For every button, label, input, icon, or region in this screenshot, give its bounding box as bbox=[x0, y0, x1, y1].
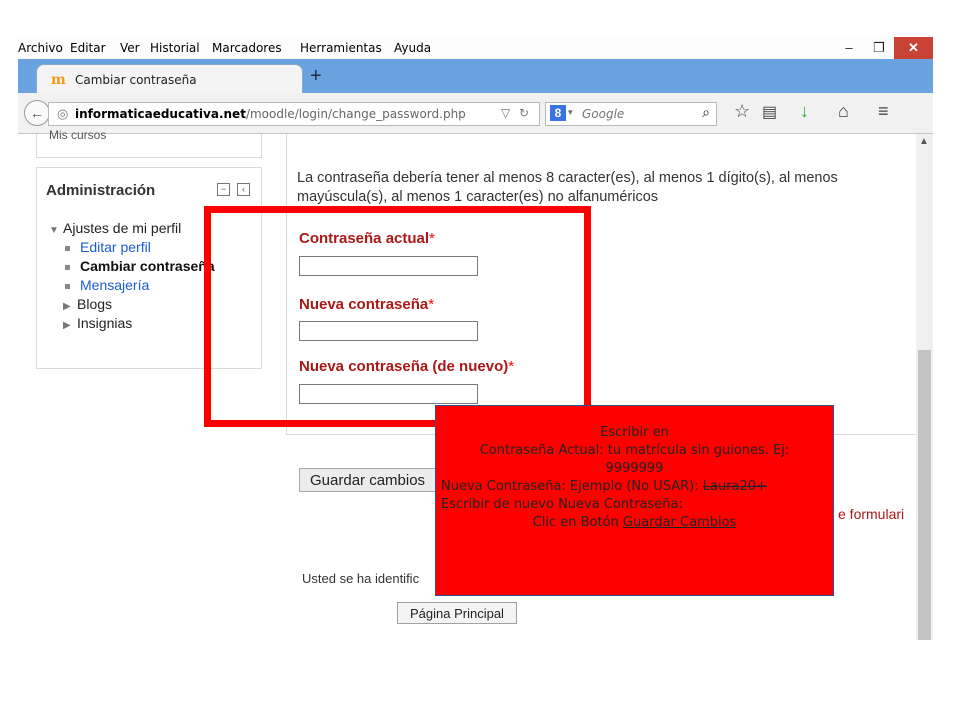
scroll-up-arrow-icon[interactable]: ▲ bbox=[919, 136, 929, 147]
tree-item-label: Editar perfil bbox=[80, 239, 151, 255]
bookmark-star-icon[interactable]: ☆ bbox=[734, 101, 750, 122]
tree-item-label: Blogs bbox=[77, 296, 113, 312]
dropdown-icon[interactable]: ▽ bbox=[501, 106, 510, 120]
tree-root-label: Ajustes de mi perfil bbox=[63, 220, 182, 236]
new-tab-button[interactable]: + bbox=[310, 65, 322, 88]
menu-bar: Archivo Editar Ver Historial Marcadores … bbox=[18, 37, 933, 59]
tree-item-editar-perfil[interactable]: Editar perfil bbox=[65, 239, 151, 255]
maximize-button[interactable]: ❐ bbox=[864, 37, 894, 59]
reload-icon[interactable]: ↻ bbox=[519, 106, 529, 120]
menu-archivo[interactable]: Archivo bbox=[18, 41, 63, 55]
instruction-callout: Escribir en Contraseña Actual: tu matríc… bbox=[435, 405, 834, 596]
tab-cambiar-contrasena[interactable]: m Cambiar contraseña bbox=[36, 64, 303, 94]
globe-icon: ◎ bbox=[57, 106, 69, 121]
logged-in-info: Usted se ha identific bbox=[302, 571, 420, 586]
minimize-button[interactable]: – bbox=[834, 37, 864, 59]
tree-item-label: Insignias bbox=[77, 315, 133, 331]
dock-block-icon[interactable]: ‹ bbox=[237, 183, 250, 196]
search-icon[interactable]: ⌕ bbox=[702, 104, 710, 121]
menu-ayuda[interactable]: Ayuda bbox=[394, 41, 431, 55]
password-rules: La contraseña debería tener al menos 8 c… bbox=[297, 169, 927, 207]
search-input[interactable] bbox=[580, 105, 694, 123]
instruction-line-4: Nueva Contraseña: Ejemplo (No USAR): Lau… bbox=[436, 478, 833, 496]
menu-historial[interactable]: Historial bbox=[150, 41, 200, 55]
form-note-partial: e formulari bbox=[838, 506, 905, 522]
menu-marcadores[interactable]: Marcadores bbox=[212, 41, 282, 55]
menu-ver[interactable]: Ver bbox=[120, 41, 140, 55]
caret-right-icon: ▶ bbox=[63, 301, 71, 312]
instruction-line-4-text: Nueva Contraseña: Ejemplo (No USAR): bbox=[441, 479, 703, 494]
instruction-line-2: Contraseña Actual: tu matrícula sin guio… bbox=[479, 443, 790, 458]
admin-title: Administración bbox=[46, 182, 156, 199]
instruction-line-1: Escribir en bbox=[600, 425, 669, 440]
courses-block-partial: Mis cursos bbox=[36, 128, 262, 158]
menu-hamburger-icon[interactable]: ≡ bbox=[878, 101, 889, 122]
back-button[interactable]: ← bbox=[24, 100, 50, 126]
back-arrow-icon: ← bbox=[30, 105, 44, 121]
engine-dropdown-icon[interactable]: ▾ bbox=[568, 107, 573, 118]
menu-herramientas[interactable]: Herramientas bbox=[300, 41, 382, 55]
tab-strip: m Cambiar contraseña + bbox=[18, 59, 933, 94]
password-rules-line-2: mayúscula(s), al menos 1 caracter(es) no… bbox=[297, 189, 659, 205]
url-text: informaticaeducativa.net/moodle/login/ch… bbox=[75, 107, 466, 121]
instruction-line-6: Clic en Botón Guardar Cambios bbox=[436, 514, 833, 532]
tab-title: Cambiar contraseña bbox=[75, 73, 197, 87]
bullet-icon bbox=[65, 245, 70, 251]
search-bar[interactable]: 8 ▾ ⌕ bbox=[545, 102, 717, 126]
instruction-button-name: Guardar Cambios bbox=[622, 515, 737, 530]
close-window-button[interactable]: ✕ bbox=[894, 37, 933, 59]
reading-list-icon[interactable]: ▤ bbox=[762, 102, 777, 122]
highlight-frame bbox=[204, 206, 591, 427]
download-icon[interactable]: ↓ bbox=[800, 101, 809, 122]
instruction-line-6-text: Clic en Botón bbox=[532, 515, 623, 530]
tree-item-insignias[interactable]: ▶ Insignias bbox=[63, 315, 132, 331]
tree-item-mensajeria[interactable]: Mensajería bbox=[65, 277, 149, 293]
caret-down-icon: ▼ bbox=[49, 225, 59, 236]
instruction-line-5: Escribir de nuevo Nueva Contraseña: bbox=[441, 497, 683, 512]
url-path: /moodle/login/change_password.php bbox=[245, 107, 466, 121]
scrollbar-thumb[interactable] bbox=[918, 350, 931, 640]
instruction-line-3: 9999999 bbox=[605, 461, 664, 476]
url-bar[interactable]: ◎ informaticaeducativa.net/moodle/login/… bbox=[48, 102, 540, 126]
tree-item-cambiar-contrasena[interactable]: Cambiar contraseña bbox=[65, 258, 215, 274]
courses-block-label: Mis cursos bbox=[49, 128, 107, 142]
password-rules-line-1: La contraseña debería tener al menos 8 c… bbox=[297, 170, 838, 186]
tree-item-label: Mensajería bbox=[80, 277, 150, 293]
moodle-favicon-icon: m bbox=[51, 72, 66, 88]
home-page-button[interactable]: Página Principal bbox=[397, 602, 517, 624]
url-host: informaticaeducativa.net bbox=[75, 107, 246, 121]
bullet-icon bbox=[65, 264, 70, 270]
navigation-bar: ← ◎ informaticaeducativa.net/moodle/logi… bbox=[18, 93, 933, 134]
tree-item-label: Cambiar contraseña bbox=[80, 258, 215, 274]
home-icon[interactable]: ⌂ bbox=[838, 101, 849, 122]
tree-item-blogs[interactable]: ▶ Blogs bbox=[63, 296, 112, 312]
bullet-icon bbox=[65, 283, 70, 289]
caret-right-icon: ▶ bbox=[63, 320, 71, 331]
menu-editar[interactable]: Editar bbox=[70, 41, 106, 55]
search-engine-icon[interactable]: 8 bbox=[550, 105, 566, 121]
save-changes-button[interactable]: Guardar cambios bbox=[299, 468, 437, 492]
struck-example: Laura20+ bbox=[702, 479, 767, 494]
collapse-block-icon[interactable]: − bbox=[217, 183, 230, 196]
tree-root[interactable]: ▼ Ajustes de mi perfil bbox=[49, 220, 181, 236]
